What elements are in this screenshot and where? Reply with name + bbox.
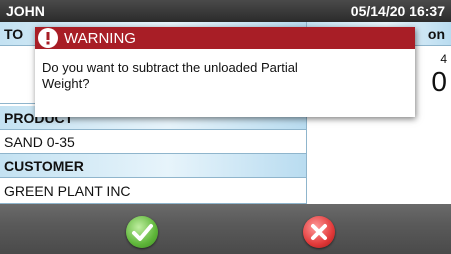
screen: JOHN 05/14/20 16:37 TO on 4 0 PRODUCT SA… <box>0 0 451 254</box>
cancel-button[interactable] <box>303 216 335 248</box>
dialog-title: WARNING <box>64 30 136 47</box>
bottom-bar <box>0 204 451 254</box>
weight-unit-value: 4 <box>440 52 447 66</box>
weight-value: 0 <box>431 66 447 97</box>
customer-label: CUSTOMER <box>0 154 306 178</box>
title-bar: JOHN 05/14/20 16:37 <box>0 0 451 22</box>
dialog-message: Do you want to subtract the unloaded Par… <box>42 60 298 91</box>
x-icon <box>311 224 327 240</box>
date-time: 05/14/20 16:37 <box>350 3 445 19</box>
confirm-button[interactable] <box>126 216 158 248</box>
warning-icon <box>38 28 58 48</box>
user-name: JOHN <box>6 3 45 19</box>
warning-dialog: WARNING Do you want to subtract the unlo… <box>35 27 415 117</box>
product-value[interactable]: SAND 0-35 <box>0 130 306 154</box>
customer-value[interactable]: GREEN PLANT INC <box>0 178 306 204</box>
dialog-header: WARNING <box>35 27 415 49</box>
checkmark-icon <box>132 224 153 241</box>
